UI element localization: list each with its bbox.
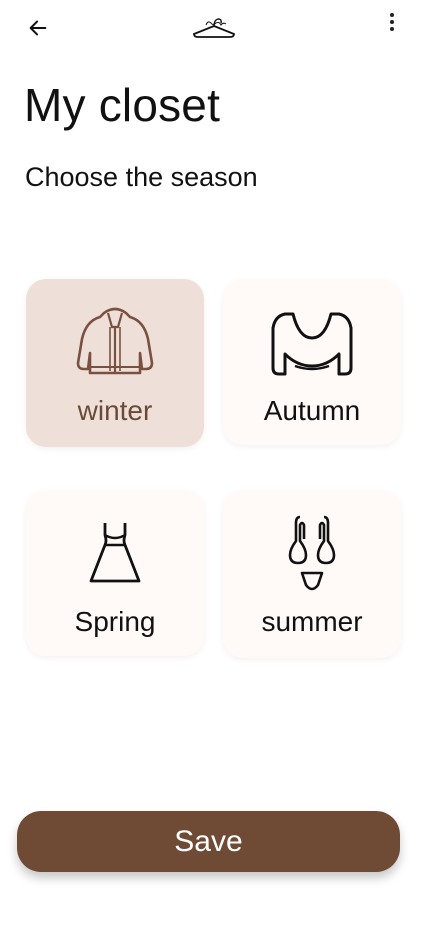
season-card-winter[interactable]: winter xyxy=(26,279,204,447)
sweater-icon xyxy=(267,303,357,383)
top-app-bar xyxy=(0,0,428,56)
more-options-button[interactable] xyxy=(378,8,406,36)
back-button[interactable] xyxy=(22,12,54,44)
season-label-spring: Spring xyxy=(74,606,156,637)
season-card-autumn[interactable]: Autumn xyxy=(223,279,401,445)
arrow-left-icon xyxy=(29,20,47,36)
swimsuit-icon xyxy=(267,514,357,594)
page-title: My closet xyxy=(24,79,221,131)
app-logo xyxy=(190,14,238,40)
season-card-summer[interactable]: summer xyxy=(223,490,401,658)
closet-screen: My closet Choose the season winter Autum… xyxy=(0,0,428,926)
jacket-icon xyxy=(70,303,160,383)
page-subtitle: Choose the season xyxy=(25,162,258,192)
more-vert-icon xyxy=(390,13,394,31)
save-button[interactable]: Save xyxy=(17,811,400,872)
season-label-winter: winter xyxy=(77,395,153,426)
season-label-autumn: Autumn xyxy=(263,395,361,426)
dress-icon xyxy=(70,514,160,594)
hanger-logo-icon xyxy=(193,18,235,38)
season-label-summer: summer xyxy=(261,606,363,637)
season-card-spring[interactable]: Spring xyxy=(26,490,204,656)
